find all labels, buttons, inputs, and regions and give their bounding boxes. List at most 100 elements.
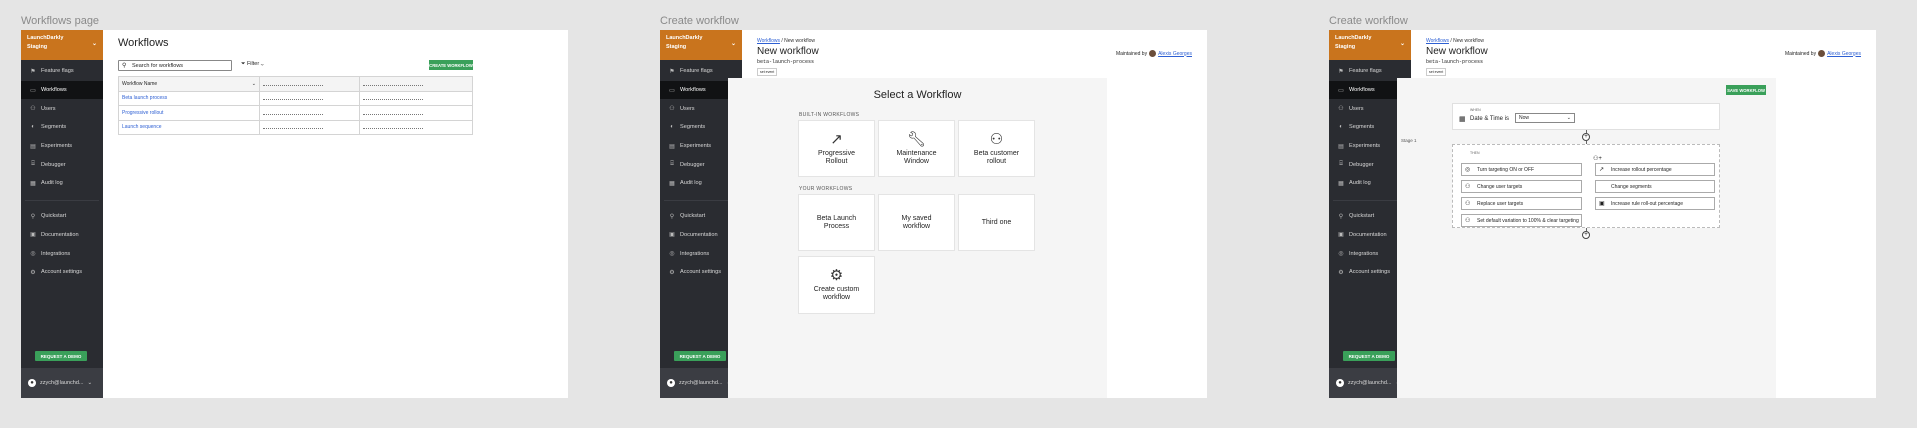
environment-name: Staging bbox=[27, 44, 48, 50]
breadcrumb-current: New workflow bbox=[1453, 38, 1484, 44]
column-header-label: Workflow Name bbox=[122, 80, 158, 87]
page-title: Workflows bbox=[118, 37, 169, 49]
then-actions-box: THEN ⚇+ ◎ Turn targeting ON or OFF ⚇ Chang… bbox=[1452, 144, 1720, 228]
workflow-card-progressive-rollout[interactable]: ↗ Progressive Rollout bbox=[798, 120, 875, 177]
frame-title: Workflows page bbox=[21, 15, 100, 27]
sidebar-item-experiments[interactable]: ▤ Experiments bbox=[21, 137, 103, 156]
search-input[interactable]: ⚲ Search for workflows bbox=[118, 60, 232, 71]
user-email: zzych@launchd... bbox=[679, 380, 723, 386]
sidebar-item-integrations[interactable]: ◎ Integrations bbox=[21, 244, 103, 263]
add-step-icon[interactable]: + bbox=[1582, 133, 1590, 141]
table-header-row: Workflow Name ⌄ bbox=[118, 76, 473, 92]
sidebar-item-label: Experiments bbox=[680, 143, 712, 150]
action-turn-targeting[interactable]: ◎ Turn targeting ON or OFF bbox=[1461, 163, 1582, 176]
project-switcher[interactable]: LaunchDarkly Staging ⌄ bbox=[21, 30, 103, 60]
card-label: Progressive bbox=[818, 149, 855, 157]
sidebar-item-documentation[interactable]: ▣ Documentation bbox=[21, 226, 103, 245]
date-time-select[interactable]: Now ⌄ bbox=[1515, 113, 1575, 123]
sidebar-item-audit-log[interactable]: ▦ Audit log bbox=[21, 174, 103, 193]
sidebar-item-label: Feature flags bbox=[41, 68, 74, 75]
page-title: New workflow bbox=[757, 46, 819, 57]
breadcrumb-link-workflows[interactable]: Workflows bbox=[757, 38, 780, 44]
table-cell bbox=[359, 105, 473, 121]
workflow-card-create-custom[interactable]: ⚙ Create custom workflow bbox=[798, 256, 875, 314]
sidebar-item-label: Users bbox=[1349, 105, 1364, 112]
workflow-name-link[interactable]: Progressive rollout bbox=[118, 105, 260, 121]
sidebar-item-label: Documentation bbox=[1349, 231, 1387, 238]
action-increase-rule-rollout[interactable]: ▣ Increase rule roll-out percentage bbox=[1595, 197, 1715, 210]
search-placeholder: Search for workflows bbox=[132, 62, 184, 69]
action-label: Replace user targets bbox=[1477, 200, 1524, 207]
workflow-name-link[interactable]: Beta launch process bbox=[118, 90, 260, 106]
request-demo-button[interactable]: REQUEST A DEMO bbox=[1343, 351, 1395, 361]
sidebar-item-users[interactable]: ⚇ Users bbox=[21, 99, 103, 118]
action-increase-rollout[interactable]: ↗ Increase rollout percentage bbox=[1595, 163, 1715, 176]
quickstart-icon: ⚲ bbox=[669, 213, 675, 220]
workflow-card-third-one[interactable]: Third one bbox=[958, 194, 1035, 251]
breadcrumb-link-workflows[interactable]: Workflows bbox=[1426, 38, 1449, 44]
workflows-page-frame: LaunchDarkly Staging ⌄ ⚑ Feature flags ▭ W… bbox=[21, 30, 568, 398]
select-title: Select a Workflow bbox=[873, 89, 962, 101]
debugger-icon: ⌸ bbox=[670, 161, 674, 168]
sidebar-item-feature-flags[interactable]: ⚑ Feature flags bbox=[21, 62, 103, 81]
project-switcher[interactable]: LaunchDarkly Staging ⌄ bbox=[660, 30, 742, 60]
sidebar-item-debugger[interactable]: ⌸ Debugger bbox=[21, 155, 103, 174]
chevron-down-icon: ⌄ bbox=[730, 41, 736, 47]
sidebar-item-label: Audit log bbox=[680, 180, 702, 187]
debugger-icon: ⌸ bbox=[1339, 161, 1343, 168]
card-label: Third one bbox=[981, 218, 1012, 226]
gear-icon: ⚙ bbox=[829, 267, 844, 284]
sidebar-item-label: Documentation bbox=[680, 231, 718, 238]
request-demo-button[interactable]: REQUEST A DEMO bbox=[674, 351, 726, 361]
sidebar-item-label: Segments bbox=[1349, 124, 1375, 131]
action-set-default-variation[interactable]: ⚇ Set default variation to 100% & clear t… bbox=[1461, 214, 1582, 227]
placeholder-text bbox=[263, 113, 323, 115]
maintainer-link[interactable]: Alexis Georges bbox=[1827, 51, 1861, 57]
date-time-label: Date & Time is bbox=[1470, 116, 1510, 122]
table-row[interactable]: Launch sequence bbox=[118, 119, 473, 135]
documentation-icon: ▣ bbox=[30, 232, 36, 239]
action-change-user-targets[interactable]: ⚇ Change user targets bbox=[1461, 180, 1582, 193]
maintainer-link[interactable]: Alexis Georges bbox=[1158, 51, 1192, 57]
workflow-card-beta-customer-rollout[interactable]: ⚇ Beta customer rollout bbox=[958, 120, 1035, 177]
table-row[interactable]: Progressive rollout bbox=[118, 105, 473, 121]
column-header[interactable]: Workflow Name ⌄ bbox=[118, 76, 260, 92]
filter-button[interactable]: ⏷ Filter ⌄ bbox=[241, 61, 264, 68]
workflow-card-my-saved-workflow[interactable]: My saved workflow bbox=[878, 194, 955, 251]
workflow-canvas: SAVE WORKFLOW WHEN ▦ Date & Time is Now … bbox=[1397, 78, 1776, 398]
workflow-card-maintenance-window[interactable]: 🔧︎ Maintenance Window bbox=[878, 120, 955, 177]
save-workflow-button[interactable]: SAVE WORKFLOW bbox=[1726, 85, 1766, 95]
sidebar-item-quickstart[interactable]: ⚲ Quickstart bbox=[21, 207, 103, 226]
add-user-icon[interactable]: ⚇+ bbox=[1593, 155, 1602, 162]
sidebar-item-label: Documentation bbox=[41, 231, 79, 238]
table-row[interactable]: Beta launch process bbox=[118, 90, 473, 106]
add-step-icon[interactable]: + bbox=[1582, 231, 1590, 239]
card-label: Process bbox=[823, 222, 850, 230]
card-label: Create custom bbox=[813, 286, 860, 293]
card-label: My saved bbox=[901, 214, 932, 222]
request-demo-button[interactable]: REQUEST A DEMO bbox=[35, 351, 87, 361]
action-change-segments[interactable]: Change segments bbox=[1595, 180, 1715, 193]
workflow-card-beta-launch-process[interactable]: Beta Launch Process bbox=[798, 194, 875, 251]
placeholder-text bbox=[363, 98, 423, 101]
sidebar-item-account-settings[interactable]: ⚙ Account settings bbox=[21, 263, 103, 282]
sidebar-item-label: Quickstart bbox=[41, 213, 67, 220]
action-label: Turn targeting ON or OFF bbox=[1477, 166, 1535, 173]
column-header bbox=[359, 76, 473, 92]
settings-icon: ⚙ bbox=[669, 269, 675, 276]
create-workflow-frame: LaunchDarkly Staging ⌄ ⚑ Feature flags ▭ W… bbox=[660, 30, 1207, 398]
user-replace-icon: ⚇ bbox=[1465, 201, 1471, 207]
action-replace-user-targets[interactable]: ⚇ Replace user targets bbox=[1461, 197, 1582, 210]
user-menu[interactable]: ● zzych@launchd... ⌄ bbox=[21, 368, 103, 398]
sidebar-item-workflows[interactable]: ▭ Workflows bbox=[21, 80, 103, 100]
maintained-by-label: Maintained by bbox=[1115, 50, 1148, 57]
chevron-down-icon: ⌄ bbox=[91, 41, 97, 47]
workflow-name-link[interactable]: Launch sequence bbox=[118, 119, 260, 135]
sidebar: LaunchDarkly Staging ⌄ ⚑ Feature flags ▭ W… bbox=[21, 30, 103, 398]
action-label: Set default variation to 100% & clear ta… bbox=[1477, 217, 1579, 224]
create-workflow-button[interactable]: CREATE WORKFLOW bbox=[429, 60, 473, 70]
table-cell bbox=[359, 90, 473, 106]
project-switcher[interactable]: LaunchDarkly Staging ⌄ bbox=[1329, 30, 1411, 60]
sidebar-item-segments[interactable]: ◐ Segments bbox=[21, 118, 103, 137]
flag-icon: ⚑ bbox=[1338, 68, 1344, 75]
